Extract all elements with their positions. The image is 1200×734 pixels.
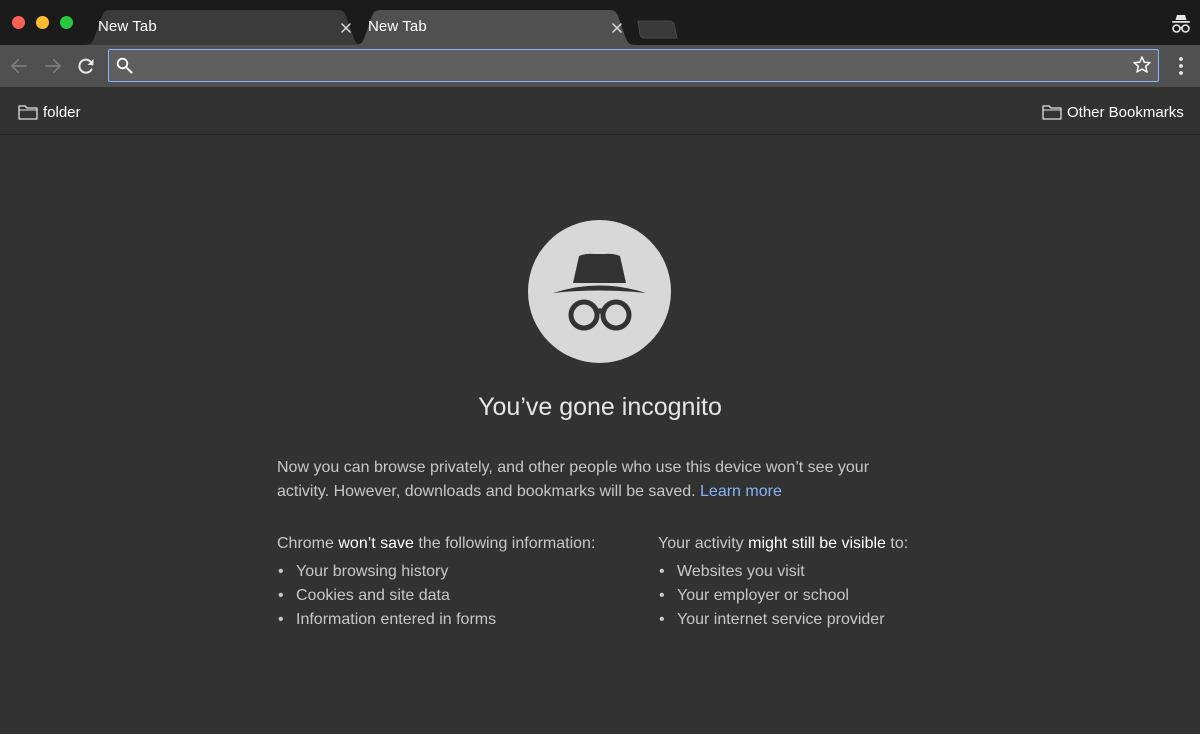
tab-title: New Tab: [98, 18, 157, 35]
visible-to-prefix: Your activity: [658, 535, 749, 552]
window-minimize-button[interactable]: [36, 16, 49, 29]
intro-paragraph: Now you can browse privately, and other …: [277, 456, 917, 504]
arrow-right-icon[interactable]: [43, 56, 63, 76]
bookmark-folder[interactable]: folder: [18, 102, 81, 122]
tab-new-tab-1[interactable]: New Tab: [82, 10, 366, 45]
wont-save-prefix: Chrome: [277, 535, 339, 552]
visible-to-suffix: to:: [885, 535, 909, 552]
visible-to-list: Websites you visit Your employer or scho…: [658, 560, 958, 632]
tab-new-tab-2[interactable]: New Tab: [352, 10, 638, 45]
learn-more-link[interactable]: Learn more: [700, 483, 782, 500]
address-bar[interactable]: [108, 49, 1159, 82]
close-icon[interactable]: [610, 21, 624, 35]
browser-toolbar: [0, 45, 1200, 87]
list-item: Your internet service provider: [658, 608, 958, 632]
reload-icon[interactable]: [76, 56, 96, 76]
folder-icon: [1042, 105, 1062, 120]
page-title: You’ve gone incognito: [478, 393, 722, 421]
search-icon: [116, 57, 133, 74]
incognito-icon[interactable]: [1170, 14, 1192, 34]
window-close-button[interactable]: [12, 16, 25, 29]
visible-to-section: Your activity might still be visible to:…: [658, 532, 958, 632]
list-item: Information entered in forms: [277, 608, 617, 632]
wont-save-heading: Chrome won’t save the following informat…: [277, 532, 617, 556]
bookmarks-bar: folder Other Bookmarks: [0, 87, 1200, 135]
other-bookmarks-label: Other Bookmarks: [1067, 103, 1184, 121]
incognito-page: You’ve gone incognito Now you can browse…: [0, 136, 1200, 734]
window-titlebar: New Tab New Tab: [0, 0, 1200, 45]
window-maximize-button[interactable]: [60, 16, 73, 29]
list-item: Your browsing history: [277, 560, 617, 584]
incognito-badge: [528, 220, 671, 363]
address-input[interactable]: [141, 54, 1121, 76]
list-item: Websites you visit: [658, 560, 958, 584]
close-icon[interactable]: [339, 21, 353, 35]
list-item: Your employer or school: [658, 584, 958, 608]
wont-save-emphasis: won’t save: [338, 535, 414, 552]
wont-save-suffix: the following information:: [413, 535, 596, 552]
tab-title: New Tab: [368, 18, 427, 35]
folder-icon: [18, 105, 38, 120]
vertical-dots-icon[interactable]: [1171, 55, 1191, 77]
star-icon[interactable]: [1132, 55, 1152, 75]
other-bookmarks[interactable]: Other Bookmarks: [1042, 102, 1184, 122]
bookmark-folder-label: folder: [43, 103, 81, 121]
new-tab-button[interactable]: [636, 20, 678, 39]
visible-to-emphasis: might still be visible: [748, 535, 886, 552]
incognito-icon: [553, 253, 646, 331]
arrow-left-icon[interactable]: [9, 56, 29, 76]
visible-to-heading: Your activity might still be visible to:: [658, 532, 958, 556]
wont-save-list: Your browsing history Cookies and site d…: [277, 560, 617, 632]
wont-save-section: Chrome won’t save the following informat…: [277, 532, 617, 632]
list-item: Cookies and site data: [277, 584, 617, 608]
